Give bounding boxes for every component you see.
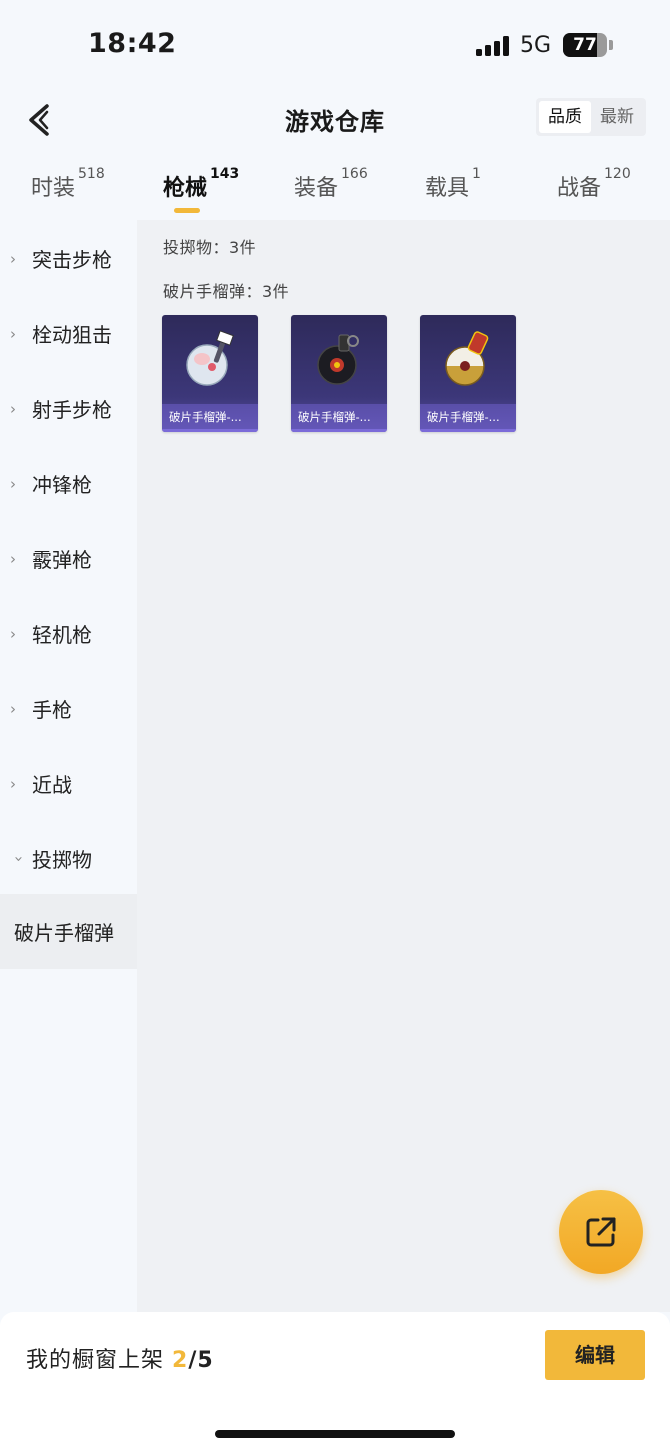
- grenade-skin-image: [445, 331, 489, 386]
- nav-bar: 游戏仓库 品质 最新: [0, 90, 670, 150]
- sidebar-item-label: 近战: [32, 773, 72, 797]
- tab-count: 166: [341, 166, 368, 182]
- item-card[interactable]: 破片手榴弹-...: [420, 315, 516, 432]
- group-count-label: 破片手榴弹：3件: [163, 282, 290, 301]
- content-area: 投掷物：3件 破片手榴弹：3件 破片手榴弹-... 破片手榴弹-... 破片手榴…: [137, 220, 670, 1312]
- sidebar-item-label: 栓动狙击: [32, 323, 112, 347]
- category-count-label: 投掷物：3件: [163, 238, 257, 257]
- sidebar-item-lmg[interactable]: › 轻机枪: [0, 596, 137, 671]
- sidebar-item-melee[interactable]: › 近战: [0, 746, 137, 821]
- sort-newest-button[interactable]: 最新: [591, 101, 643, 133]
- tab-label: 战备: [557, 176, 602, 201]
- showcase-status: 我的橱窗上架 2/5: [26, 1342, 214, 1374]
- chevron-right-icon: ›: [10, 324, 16, 343]
- sidebar-item-assault-rifle[interactable]: › 突击步枪: [0, 221, 137, 296]
- tab-count: 143: [210, 166, 240, 182]
- item-card[interactable]: 破片手榴弹-...: [291, 315, 387, 432]
- edit-button[interactable]: 编辑: [545, 1330, 645, 1380]
- category-tabs: 时装518 枪械143 装备166 载具1 战备120: [0, 160, 670, 220]
- sidebar-item-pistol[interactable]: › 手枪: [0, 671, 137, 746]
- status-time: 18:42: [88, 28, 177, 59]
- item-card[interactable]: 破片手榴弹-...: [162, 315, 258, 432]
- chevron-right-icon: ›: [10, 474, 16, 493]
- showcase-current-count: 2: [172, 1348, 189, 1373]
- sort-toggle: 品质 最新: [536, 98, 646, 136]
- network-label: 5G: [520, 33, 552, 58]
- chevron-right-icon: ›: [10, 399, 16, 418]
- sidebar-item-smg[interactable]: › 冲锋枪: [0, 446, 137, 521]
- sidebar-item-label: 投掷物: [32, 848, 92, 872]
- chevron-down-icon: ›: [10, 855, 28, 862]
- showcase-label: 我的橱窗上架: [26, 1348, 165, 1373]
- tab-equipment[interactable]: 装备166: [294, 166, 368, 202]
- signal-icon: [476, 36, 510, 56]
- sort-quality-button[interactable]: 品质: [539, 101, 591, 133]
- tab-vehicles[interactable]: 载具1: [425, 166, 481, 202]
- item-card-label: 破片手榴弹-...: [420, 404, 516, 432]
- tab-label: 装备: [294, 176, 339, 201]
- tab-outfits[interactable]: 时装518: [31, 166, 105, 202]
- tab-label: 枪械: [163, 176, 208, 201]
- item-card-label: 破片手榴弹-...: [291, 404, 387, 432]
- tab-count: 120: [604, 166, 631, 182]
- home-indicator: [215, 1430, 455, 1438]
- sidebar-item-marksman-rifle[interactable]: › 射手步枪: [0, 371, 137, 446]
- status-bar: 18:42 5G 77: [0, 0, 670, 90]
- battery-level: 77: [573, 35, 597, 55]
- item-card-label: 破片手榴弹-...: [162, 404, 258, 432]
- bottom-bar: 我的橱窗上架 2/5 编辑: [0, 1312, 670, 1452]
- tab-label: 时装: [31, 176, 76, 201]
- sidebar-item-throwables[interactable]: › 投掷物: [0, 821, 137, 896]
- chevron-right-icon: ›: [10, 699, 16, 718]
- tab-firearms[interactable]: 枪械143: [163, 166, 239, 202]
- tab-supplies[interactable]: 战备120: [557, 166, 631, 202]
- grenade-skin-image: [186, 330, 234, 386]
- tab-count: 1: [472, 166, 481, 182]
- tab-label: 载具: [425, 176, 470, 201]
- chevron-right-icon: ›: [10, 774, 16, 793]
- sidebar-item-label: 射手步枪: [32, 398, 112, 422]
- tab-count: 518: [78, 166, 105, 182]
- sidebar-item-label: 冲锋枪: [32, 473, 92, 497]
- share-button[interactable]: [559, 1190, 643, 1274]
- battery-icon: 77: [563, 33, 607, 57]
- sidebar-item-label: 手枪: [32, 698, 72, 722]
- sidebar-item-label: 轻机枪: [32, 623, 92, 647]
- sidebar-subitem-frag-grenade[interactable]: 破片手榴弹: [0, 894, 137, 969]
- grenade-skin-image: [317, 334, 359, 385]
- sidebar-item-label: 突击步枪: [32, 248, 112, 272]
- sidebar: › 突击步枪 › 栓动狙击 › 射手步枪 › 冲锋枪 › 霰弹枪 › 轻机枪 › 手枪 › 近战…: [0, 220, 137, 1312]
- share-icon: [586, 1217, 616, 1247]
- battery-cap: [609, 40, 613, 50]
- sidebar-item-shotgun[interactable]: › 霰弹枪: [0, 521, 137, 596]
- chevron-right-icon: ›: [10, 249, 16, 268]
- chevron-right-icon: ›: [10, 549, 16, 568]
- chevron-right-icon: ›: [10, 624, 16, 643]
- showcase-total-count: /5: [188, 1348, 214, 1373]
- active-tab-indicator: [174, 208, 200, 213]
- sidebar-item-label: 霰弹枪: [32, 548, 92, 572]
- sidebar-item-bolt-sniper[interactable]: › 栓动狙击: [0, 296, 137, 371]
